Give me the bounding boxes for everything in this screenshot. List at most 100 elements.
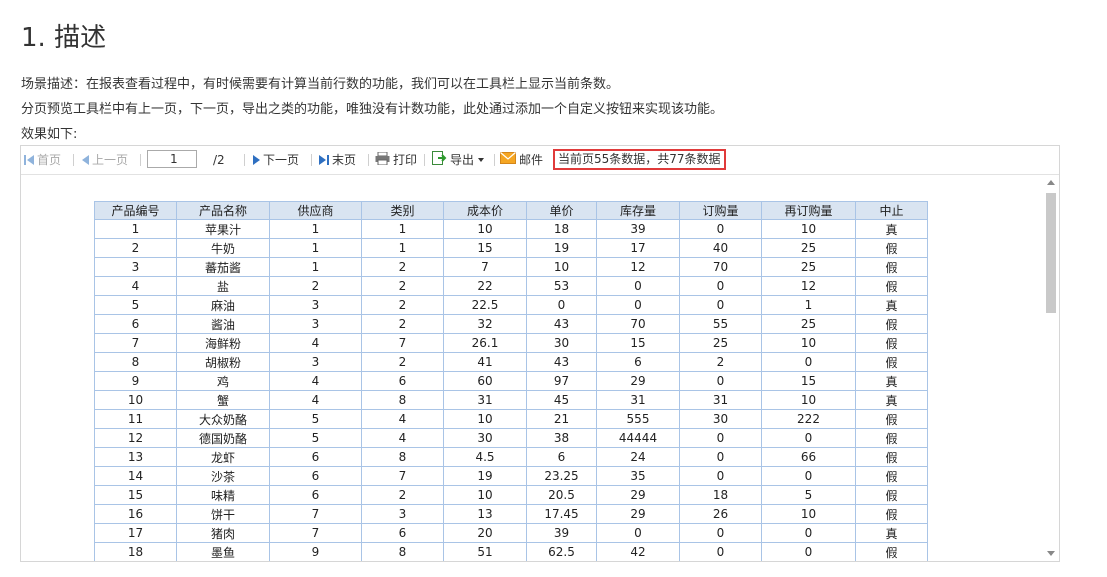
table-cell: 29	[596, 504, 680, 524]
prev-page-button[interactable]: 上一页	[82, 152, 128, 168]
export-button[interactable]: 导出	[432, 151, 485, 168]
table-cell: 0	[596, 276, 680, 296]
table-cell: 6	[269, 447, 362, 467]
effect-label: 效果如下:	[21, 127, 78, 142]
table-cell: 40	[679, 238, 762, 258]
toolbar-description: 分页预览工具栏中有上一页，下一页，导出之类的功能，唯独没有计数功能，此处通过添加…	[21, 102, 724, 117]
table-cell: 19	[443, 466, 527, 486]
table-cell: 5	[269, 428, 362, 448]
table-cell: 海鲜粉	[176, 333, 270, 353]
table-cell: 猪肉	[176, 523, 270, 543]
table-cell: 3	[269, 352, 362, 372]
table-cell: 25	[761, 257, 856, 277]
table-cell: 14	[94, 466, 177, 486]
column-header: 再订购量	[761, 201, 856, 220]
table-cell: 10	[526, 257, 597, 277]
table-cell: 味精	[176, 485, 270, 505]
table-cell: 41	[443, 352, 527, 372]
table-cell: 10	[761, 390, 856, 410]
scroll-up-icon[interactable]	[1047, 180, 1055, 185]
table-cell: 222	[761, 409, 856, 429]
table-cell: 7	[361, 466, 444, 486]
table-cell: 20	[443, 523, 527, 543]
table-cell: 20.5	[526, 485, 597, 505]
last-page-icon	[319, 155, 329, 165]
table-cell: 7	[94, 333, 177, 353]
table-cell: 2	[361, 314, 444, 334]
table-cell: 2	[361, 276, 444, 296]
row-count-status: 当前页55条数据，共77条数据	[553, 149, 726, 170]
table-cell: 假	[855, 257, 928, 277]
table-cell: 18	[679, 485, 762, 505]
table-cell: 4	[361, 409, 444, 429]
table-cell: 0	[761, 466, 856, 486]
table-cell: 6	[361, 371, 444, 391]
table-cell: 26	[679, 504, 762, 524]
table-cell: 酱油	[176, 314, 270, 334]
table-cell: 9	[269, 542, 362, 561]
report-preview-frame: 首页 上一页 /2 下一页 末页 打印	[20, 145, 1060, 562]
next-page-button[interactable]: 下一页	[253, 152, 299, 168]
table-cell: 真	[855, 219, 928, 239]
table-cell: 17.45	[526, 504, 597, 524]
table-cell: 大众奶酪	[176, 409, 270, 429]
mail-button[interactable]: 邮件	[500, 152, 543, 168]
scroll-down-icon[interactable]	[1047, 551, 1055, 556]
table-cell: 4	[269, 333, 362, 353]
table-cell: 饼干	[176, 504, 270, 524]
table-cell: 真	[855, 390, 928, 410]
total-pages-text: /2	[213, 153, 225, 167]
last-page-button[interactable]: 末页	[319, 152, 356, 168]
table-cell: 0	[679, 219, 762, 239]
table-cell: 0	[679, 542, 762, 561]
table-cell: 1	[269, 257, 362, 277]
pagination-toolbar: 首页 上一页 /2 下一页 末页 打印	[21, 146, 1059, 175]
table-row: 18 墨鱼 9 8 51 62.5 42 0 0 假	[94, 542, 928, 561]
table-cell: 假	[855, 466, 928, 486]
table-row: 16 饼干 7 3 13 17.45 29 26 10 假	[94, 504, 928, 524]
table-cell: 7	[443, 257, 527, 277]
table-row: 2 牛奶 1 1 15 19 17 40 25 假	[94, 238, 928, 258]
table-cell: 30	[526, 333, 597, 353]
table-cell: 1	[269, 219, 362, 239]
vertical-scrollbar[interactable]	[1043, 175, 1059, 561]
table-cell: 德国奶酪	[176, 428, 270, 448]
table-cell: 17	[94, 523, 177, 543]
table-cell: 0	[679, 371, 762, 391]
table-cell: 5	[94, 295, 177, 315]
table-cell: 假	[855, 428, 928, 448]
chevron-down-icon	[478, 158, 485, 162]
table-cell: 12	[94, 428, 177, 448]
table-cell: 0	[761, 428, 856, 448]
table-row: 15 味精 6 2 10 20.5 29 18 5 假	[94, 485, 928, 505]
table-cell: 5	[761, 485, 856, 505]
table-cell: 42	[596, 542, 680, 561]
table-cell: 12	[596, 257, 680, 277]
table-cell: 2	[361, 352, 444, 372]
table-cell: 8	[94, 352, 177, 372]
table-cell: 70	[596, 314, 680, 334]
first-page-button[interactable]: 首页	[24, 152, 61, 168]
table-cell: 38	[526, 428, 597, 448]
table-cell: 麻油	[176, 295, 270, 315]
table-row: 10 蟹 4 8 31 45 31 31 10 真	[94, 390, 928, 410]
column-header: 成本价	[443, 201, 527, 220]
table-cell: 51	[443, 542, 527, 561]
table-cell: 0	[679, 276, 762, 296]
table-cell: 假	[855, 409, 928, 429]
column-header: 产品名称	[176, 201, 270, 220]
table-cell: 7	[269, 504, 362, 524]
column-header: 供应商	[269, 201, 362, 220]
table-cell: 沙茶	[176, 466, 270, 486]
page-number-input[interactable]	[147, 150, 197, 168]
mail-label: 邮件	[519, 153, 544, 167]
table-cell: 蟹	[176, 390, 270, 410]
scrollbar-thumb[interactable]	[1046, 193, 1056, 313]
table-cell: 2	[94, 238, 177, 258]
print-button[interactable]: 打印	[375, 151, 417, 168]
table-cell: 10	[761, 219, 856, 239]
table-cell: 2	[361, 485, 444, 505]
table-row: 8 胡椒粉 3 2 41 43 6 2 0 假	[94, 352, 928, 372]
table-row: 4 盐 2 2 22 53 0 0 12 假	[94, 276, 928, 296]
table-cell: 6	[596, 352, 680, 372]
